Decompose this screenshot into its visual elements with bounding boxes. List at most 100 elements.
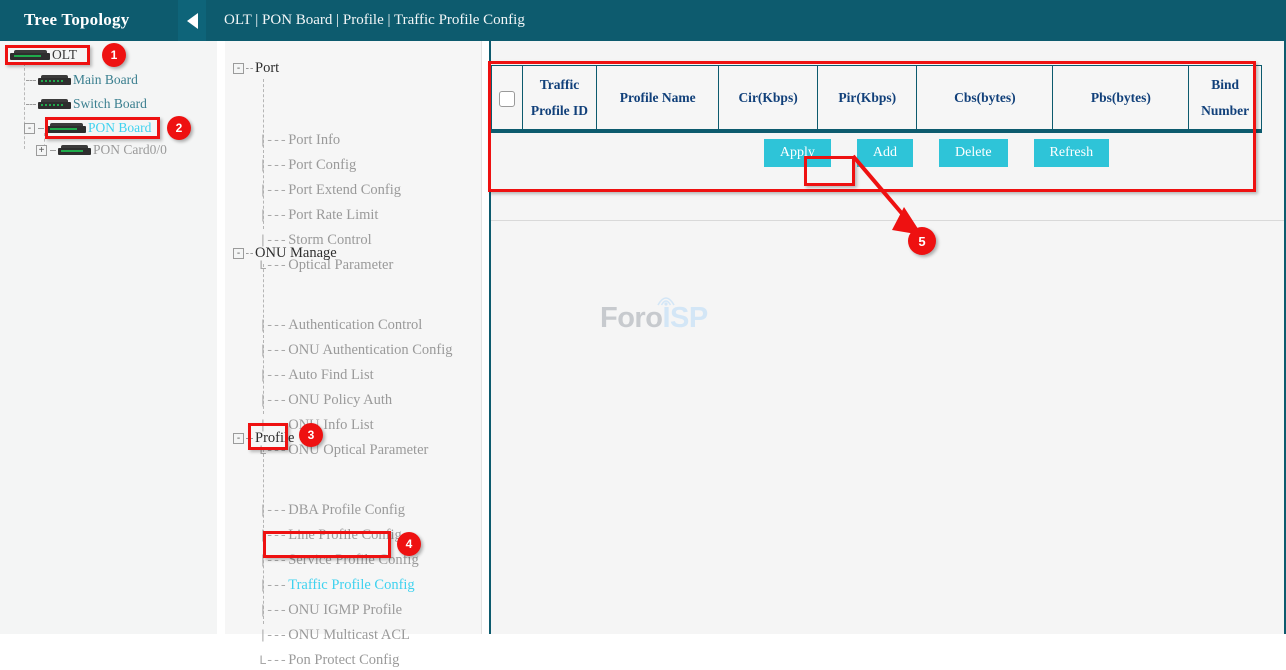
device-icon [38, 99, 71, 110]
watermark-logo: ForoISP [600, 302, 708, 335]
tree-connector [50, 150, 56, 151]
app-root: Tree Topology OLT Main Bo [0, 0, 1286, 634]
menu-item-label: ONU Optical Parameter [288, 442, 428, 459]
tree-connector [26, 104, 36, 105]
content-area: Traffic Profile ID Profile Name Cir(Kbps… [489, 41, 1286, 634]
tree-branch-icon: |--- [259, 133, 286, 148]
sidebar-item-traffic-profile-config[interactable]: |--- Traffic Profile Config [259, 575, 415, 595]
column-header-pir[interactable]: Pir(Kbps) [818, 66, 917, 131]
menu-expander-port[interactable]: - [233, 63, 244, 74]
feature-menu-panel: - Port |--- Port Info |--- Port Config |… [225, 41, 482, 634]
tree-branch-icon: |--- [259, 208, 286, 223]
sidebar-title: Tree Topology [24, 10, 129, 30]
select-all-checkbox[interactable] [499, 91, 515, 107]
tree-item-label: PON Board [88, 120, 151, 136]
tree-item-label: PON Card0/0 [93, 142, 167, 158]
tree-branch-icon: |--- [259, 368, 286, 383]
sidebar-item-authentication-control[interactable]: |--- Authentication Control [259, 315, 422, 335]
menu-item-label: Service Profile Config [288, 552, 418, 569]
device-icon [38, 75, 71, 86]
tree-item-main-board[interactable]: Main Board [24, 70, 138, 90]
tree-item-pon-board[interactable]: - PON Board [24, 118, 151, 138]
menu-expander-onu-manage[interactable]: - [233, 248, 244, 259]
tree-item-label: OLT [52, 47, 77, 63]
tree-branch-icon: |--- [259, 183, 286, 198]
column-header-pbs[interactable]: Pbs(bytes) [1053, 66, 1189, 131]
tree-branch-icon: |--- [259, 603, 286, 618]
tree-item-switch-board[interactable]: Switch Board [24, 94, 147, 114]
menu-connector [246, 68, 253, 69]
sidebar-item-port-config[interactable]: |--- Port Config [259, 155, 356, 175]
device-icon [46, 123, 86, 134]
tree-topology-sidebar: Tree Topology OLT Main Bo [0, 0, 217, 634]
tree-item-label: Main Board [73, 72, 138, 88]
tree-branch-icon: |--- [259, 578, 286, 593]
sidebar-header: Tree Topology [0, 0, 217, 41]
device-icon [10, 50, 50, 61]
sidebar-item-onu-igmp-profile[interactable]: |--- ONU IGMP Profile [259, 600, 402, 620]
menu-item-label: Port Info [288, 132, 340, 149]
tree-branch-icon: |--- [259, 628, 286, 643]
sidebar-item-port-info[interactable]: |--- Port Info [259, 130, 340, 150]
add-button[interactable]: Add [857, 139, 913, 167]
menu-expander-profile[interactable]: - [233, 433, 244, 444]
column-header-cbs[interactable]: Cbs(bytes) [917, 66, 1053, 131]
menu-group-port[interactable]: - Port [233, 58, 279, 78]
refresh-button[interactable]: Refresh [1034, 139, 1110, 167]
menu-item-label: Traffic Profile Config [288, 577, 414, 594]
menu-item-label: ONU IGMP Profile [288, 602, 402, 619]
menu-item-label: ONU Multicast ACL [288, 627, 410, 644]
sidebar-item-onu-multicast-acl[interactable]: |--- ONU Multicast ACL [259, 625, 410, 645]
sidebar-item-pon-protect-config[interactable]: L--- Pon Protect Config [259, 650, 399, 670]
tree-item-olt[interactable]: OLT [10, 45, 77, 65]
sidebar-item-auto-find-list[interactable]: |--- Auto Find List [259, 365, 374, 385]
tree-branch-icon: |--- [259, 528, 286, 543]
menu-item-label: Pon Protect Config [288, 652, 399, 669]
panel-divider [491, 220, 1284, 221]
column-header-profile-name[interactable]: Profile Name [597, 66, 719, 131]
watermark-text-primary: Foro [600, 302, 662, 334]
menu-group-profile[interactable]: - Profile [233, 428, 294, 448]
menu-item-label: Line Profile Config [288, 527, 402, 544]
table-header-row: Traffic Profile ID Profile Name Cir(Kbps… [492, 66, 1262, 131]
column-header-cir[interactable]: Cir(Kbps) [718, 66, 817, 131]
select-all-cell [492, 66, 523, 131]
device-icon [58, 145, 91, 156]
menu-item-label: ONU Policy Auth [288, 392, 392, 409]
tree-item-pon-card[interactable]: + PON Card0/0 [36, 140, 167, 160]
column-header-traffic-profile-id[interactable]: Traffic Profile ID [522, 66, 597, 131]
sidebar-item-port-rate-limit[interactable]: |--- Port Rate Limit [259, 205, 378, 225]
tree-branch-icon: |--- [259, 393, 286, 408]
sidebar-item-onu-policy-auth[interactable]: |--- ONU Policy Auth [259, 390, 392, 410]
sidebar-item-port-extend-config[interactable]: |--- Port Extend Config [259, 180, 401, 200]
breadcrumb: OLT | PON Board | Profile | Traffic Prof… [224, 12, 525, 29]
collapse-sidebar-button[interactable] [178, 0, 206, 41]
menu-connector [246, 253, 253, 254]
menu-connector [246, 438, 253, 439]
menu-item-label: DBA Profile Config [288, 502, 405, 519]
delete-button[interactable]: Delete [939, 139, 1008, 167]
menu-group-onu-manage[interactable]: - ONU Manage [233, 243, 337, 263]
tree-branch-icon: |--- [259, 553, 286, 568]
sidebar-item-onu-authentication-config[interactable]: |--- ONU Authentication Config [259, 340, 453, 360]
action-button-row: Apply Add Delete Refresh [491, 133, 1262, 173]
tree-branch-icon: L--- [259, 653, 286, 668]
traffic-profile-table: Traffic Profile ID Profile Name Cir(Kbps… [491, 65, 1262, 131]
sidebar-item-dba-profile-config[interactable]: |--- DBA Profile Config [259, 500, 405, 520]
apply-button[interactable]: Apply [764, 139, 831, 167]
tree-connector [38, 128, 44, 129]
menu-item-label: Port Config [288, 157, 356, 174]
tree-expander-expand[interactable]: + [36, 145, 47, 156]
column-header-bind-number[interactable]: Bind Number [1189, 66, 1262, 131]
menu-item-label: Auto Find List [288, 367, 373, 384]
menu-group-label: Profile [255, 430, 294, 447]
tree-expander-collapse[interactable]: - [24, 123, 35, 134]
top-breadcrumb-bar: OLT | PON Board | Profile | Traffic Prof… [217, 0, 1286, 41]
menu-item-label: ONU Info List [288, 417, 373, 434]
menu-item-label: Port Extend Config [288, 182, 401, 199]
sidebar-item-service-profile-config[interactable]: |--- Service Profile Config [259, 550, 419, 570]
sidebar-item-line-profile-config[interactable]: |--- Line Profile Config [259, 525, 402, 545]
tree-branch-icon: |--- [259, 503, 286, 518]
traffic-profile-table-wrap: Traffic Profile ID Profile Name Cir(Kbps… [491, 65, 1262, 131]
menu-group-label: Port [255, 60, 279, 77]
